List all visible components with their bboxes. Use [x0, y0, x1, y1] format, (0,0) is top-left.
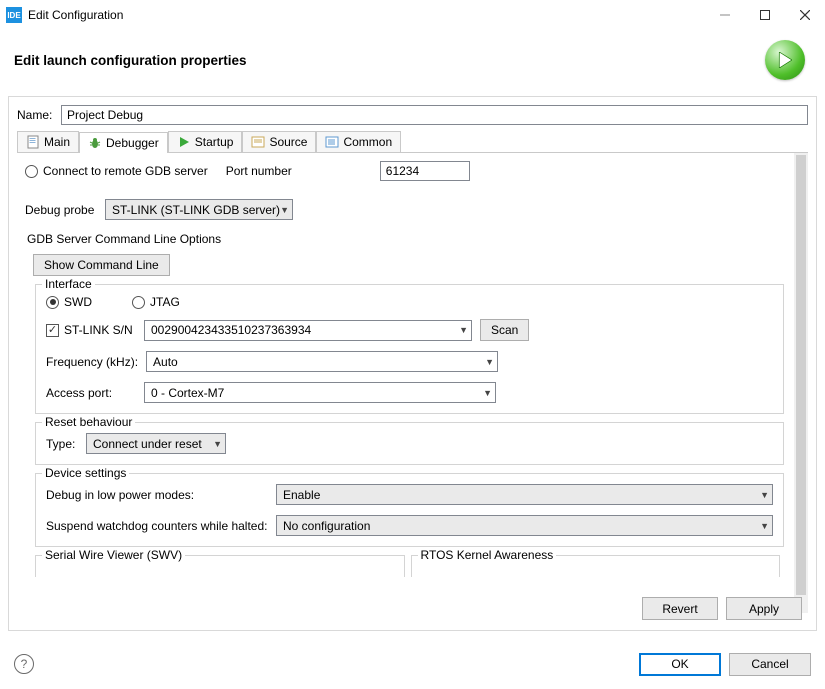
frequency-select[interactable]: Auto ▼ — [146, 351, 498, 372]
chevron-down-icon: ▼ — [459, 325, 468, 335]
debug-probe-value: ST-LINK (ST-LINK GDB server) — [112, 203, 280, 217]
cancel-button[interactable]: Cancel — [729, 653, 811, 676]
play-icon — [778, 52, 792, 68]
scrollbar-thumb[interactable] — [796, 155, 806, 595]
jtag-radio[interactable]: JTAG — [132, 295, 180, 309]
window-title: Edit Configuration — [28, 8, 705, 22]
bug-icon — [88, 136, 102, 150]
rtos-legend: RTOS Kernel Awareness — [418, 548, 557, 562]
chevron-down-icon: ▼ — [483, 388, 492, 398]
scan-button[interactable]: Scan — [480, 319, 529, 341]
close-button[interactable] — [785, 0, 825, 30]
stlink-sn-checkbox[interactable]: ST-LINK S/N — [46, 323, 136, 337]
watchdog-select[interactable]: No configuration ▼ — [276, 515, 773, 536]
rtos-fieldset: RTOS Kernel Awareness — [411, 555, 781, 577]
chevron-down-icon: ▼ — [213, 439, 222, 449]
scrollbar[interactable] — [794, 153, 808, 613]
tab-debugger[interactable]: Debugger — [79, 132, 168, 153]
titlebar: IDE Edit Configuration — [0, 0, 825, 30]
name-input[interactable] — [61, 105, 808, 125]
run-button[interactable] — [765, 40, 805, 80]
device-fieldset: Device settings Debug in low power modes… — [35, 473, 784, 547]
debugger-tab-body: Connect to remote GDB server Port number… — [17, 153, 808, 613]
access-port-label: Access port: — [46, 386, 136, 400]
maximize-button[interactable] — [745, 0, 785, 30]
radio-icon — [25, 165, 38, 178]
dialog-header: Edit launch configuration properties — [0, 30, 825, 90]
access-port-value: 0 - Cortex-M7 — [151, 386, 224, 400]
revert-button[interactable]: Revert — [642, 597, 718, 620]
frequency-label: Frequency (kHz): — [46, 355, 138, 369]
stlink-sn-select[interactable]: 0029004234335102373​63934 ▼ — [144, 320, 472, 341]
chevron-down-icon: ▼ — [760, 490, 769, 500]
swv-fieldset: Serial Wire Viewer (SWV) — [35, 555, 405, 577]
low-power-label: Debug in low power modes: — [46, 488, 268, 502]
reset-type-select[interactable]: Connect under reset ▼ — [86, 433, 226, 454]
tab-common[interactable]: Common — [316, 131, 401, 152]
frequency-value: Auto — [153, 355, 178, 369]
checkbox-icon — [46, 324, 59, 337]
access-port-select[interactable]: 0 - Cortex-M7 ▼ — [144, 382, 496, 403]
dialog-heading: Edit launch configuration properties — [14, 53, 247, 68]
tab-source[interactable]: Source — [242, 131, 316, 152]
watchdog-label: Suspend watchdog counters while halted: — [46, 519, 268, 533]
low-power-value: Enable — [283, 488, 320, 502]
debug-probe-select[interactable]: ST-LINK (ST-LINK GDB server) ▼ — [105, 199, 293, 220]
tab-startup[interactable]: Startup — [168, 131, 243, 152]
document-icon — [26, 135, 40, 149]
reset-fieldset: Reset behaviour Type: Connect under rese… — [35, 422, 784, 465]
chevron-down-icon: ▼ — [760, 521, 769, 531]
connect-remote-radio[interactable]: Connect to remote GDB server — [25, 164, 208, 178]
panel-buttons: Revert Apply — [17, 589, 808, 630]
help-icon: ? — [21, 657, 28, 671]
tab-main[interactable]: Main — [17, 131, 79, 152]
tab-label: Startup — [195, 135, 234, 149]
reset-legend: Reset behaviour — [42, 415, 135, 429]
tab-label: Source — [269, 135, 307, 149]
dialog-footer: ? OK Cancel — [0, 645, 825, 689]
chevron-down-icon: ▼ — [280, 205, 289, 215]
play-small-icon — [177, 135, 191, 149]
tab-label: Common — [343, 135, 392, 149]
reset-type-value: Connect under reset — [93, 437, 202, 451]
stlink-sn-value: 0029004234335102373​63934 — [151, 323, 311, 337]
device-legend: Device settings — [42, 466, 129, 480]
low-power-select[interactable]: Enable ▼ — [276, 484, 773, 505]
radio-icon — [46, 296, 59, 309]
interface-legend: Interface — [42, 277, 95, 291]
radio-icon — [132, 296, 145, 309]
ok-button[interactable]: OK — [639, 653, 721, 676]
name-label: Name: — [17, 108, 55, 122]
interface-fieldset: Interface SWD JTAG ST-LINK S/N — [35, 284, 784, 414]
port-number-label: Port number — [226, 164, 292, 178]
port-number-input[interactable] — [380, 161, 470, 181]
show-command-line-button[interactable]: Show Command Line — [33, 254, 170, 276]
tab-label: Main — [44, 135, 70, 149]
debug-probe-label: Debug probe — [25, 203, 95, 217]
help-button[interactable]: ? — [14, 654, 34, 674]
connect-remote-label: Connect to remote GDB server — [43, 164, 208, 178]
tab-bar: Main Debugger Startup Source Common — [17, 131, 808, 153]
apply-button[interactable]: Apply — [726, 597, 802, 620]
gdb-options-title: GDB Server Command Line Options — [21, 228, 784, 248]
chevron-down-icon: ▼ — [485, 357, 494, 367]
swd-radio[interactable]: SWD — [46, 295, 92, 309]
tab-label: Debugger — [106, 136, 159, 150]
list-icon — [325, 135, 339, 149]
source-icon — [251, 135, 265, 149]
app-icon: IDE — [6, 7, 22, 23]
watchdog-value: No configuration — [283, 519, 370, 533]
config-panel: Name: Main Debugger Startup Source Commo… — [8, 96, 817, 631]
swv-legend: Serial Wire Viewer (SWV) — [42, 548, 185, 562]
minimize-button[interactable] — [705, 0, 745, 30]
reset-type-label: Type: — [46, 437, 80, 451]
